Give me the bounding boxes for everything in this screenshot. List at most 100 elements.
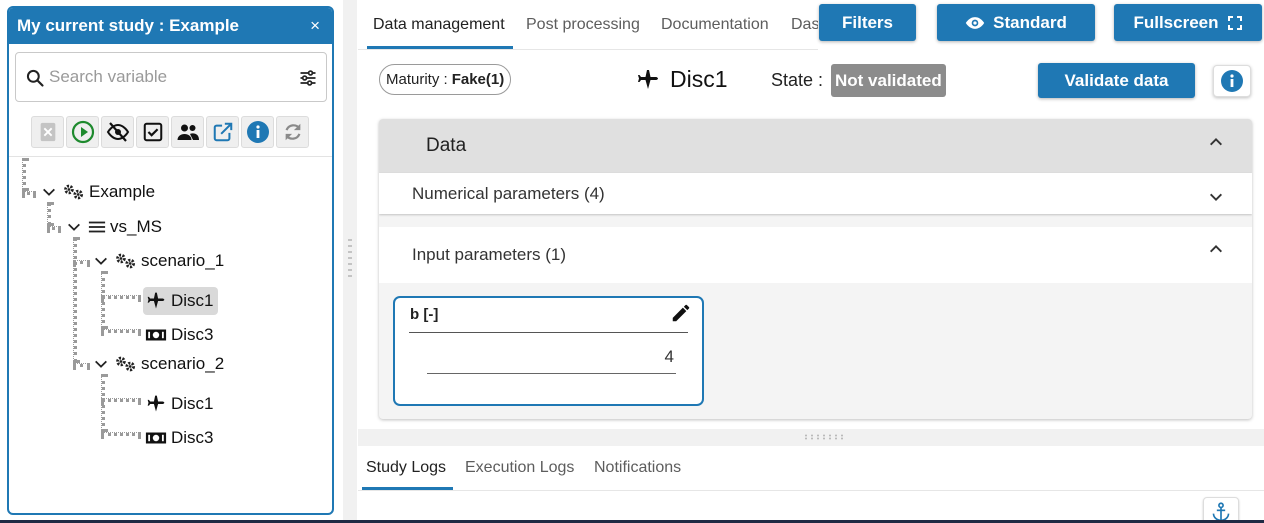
filters-button[interactable]: Filters [819, 4, 916, 41]
tree-node-vs-ms[interactable]: vs_MS [66, 213, 162, 241]
tree-connector [73, 237, 77, 363]
study-panel: My current study : Example × Search vari… [7, 6, 334, 515]
tree-connector [101, 329, 141, 333]
run-button[interactable] [66, 116, 99, 148]
validate-data-label: Validate data [1064, 70, 1169, 90]
fullscreen-icon [1227, 15, 1242, 30]
chevron-up-icon[interactable] [1208, 134, 1224, 150]
parameter-value[interactable]: 4 [665, 347, 674, 367]
info-icon [246, 121, 269, 143]
tree-connector [101, 374, 105, 432]
tree-node-scenario-1[interactable]: scenario_1 [93, 247, 224, 275]
filters-label: Filters [841, 12, 894, 32]
maturity-value: Fake(1) [451, 71, 505, 88]
input-parameters-label: Input parameters (1) [412, 245, 567, 264]
search-input[interactable] [49, 62, 289, 92]
disabled-action-button[interactable] [31, 116, 64, 148]
main-tabs: Data management Post processing Document… [358, 0, 818, 50]
eye-icon [965, 16, 985, 29]
tab-post-processing[interactable]: Post processing [526, 16, 640, 34]
validate-data-button[interactable]: Validate data [1038, 63, 1195, 98]
tree-connector [101, 432, 141, 436]
info-button[interactable] [241, 116, 274, 148]
external-link-icon [213, 122, 232, 142]
tab-documentation[interactable]: Documentation [661, 16, 769, 34]
chevron-down-icon[interactable] [66, 219, 82, 235]
tree-connector [73, 260, 90, 264]
numerical-parameters-accordion[interactable]: Numerical parameters (4) [379, 173, 1252, 214]
users-button[interactable] [171, 116, 204, 148]
shuffle-doc-icon [40, 122, 55, 142]
tab-study-logs[interactable]: Study Logs [366, 459, 446, 477]
tree-node-scenario-2[interactable]: scenario_2 [93, 350, 224, 378]
tree-connector [101, 271, 105, 329]
tree-connector [101, 295, 141, 299]
chevron-up-icon[interactable] [1208, 241, 1224, 257]
maturity-label: Maturity : [386, 71, 448, 88]
validate-checkbox-button[interactable] [136, 116, 169, 148]
tree-node-label: Disc3 [171, 325, 214, 344]
tree-connector [22, 158, 26, 191]
play-circle-icon [71, 120, 94, 144]
standard-label: Standard [993, 12, 1067, 32]
filter-settings-icon[interactable] [298, 68, 318, 88]
drag-grip-icon [805, 434, 843, 440]
chevron-down-icon[interactable] [93, 253, 109, 269]
status-badge: Not validated [831, 64, 946, 97]
airplane-icon [638, 69, 658, 89]
tab-execution-logs[interactable]: Execution Logs [465, 459, 574, 477]
edit-icon[interactable] [670, 302, 692, 324]
state-label: State : [771, 70, 824, 90]
discipline-name: Disc1 [670, 66, 728, 92]
tree-connector [22, 191, 36, 195]
tree-node-example[interactable]: Example [41, 178, 155, 206]
hide-button[interactable] [101, 116, 134, 148]
study-title: My current study : Example [17, 16, 240, 35]
tree-node-label: Example [89, 182, 156, 201]
tree-node-disc3[interactable]: Disc3 [145, 321, 214, 349]
fullscreen-button[interactable]: Fullscreen [1114, 4, 1262, 41]
gears-icon [63, 183, 85, 201]
tree-node-label: Disc1 [171, 291, 214, 310]
discipline-info-button[interactable] [1213, 65, 1251, 97]
input-parameters-accordion[interactable]: Input parameters (1) [379, 227, 1252, 283]
tree-toolbar [31, 116, 309, 148]
refresh-button[interactable] [276, 116, 309, 148]
active-log-tab-indicator [362, 487, 453, 490]
chevron-down-icon[interactable] [41, 184, 57, 200]
log-tabs: Study Logs Execution Logs Notifications [358, 446, 1264, 491]
people-icon [177, 124, 199, 140]
eye-off-icon [106, 122, 129, 142]
data-accordion-header[interactable]: Data [379, 119, 1252, 173]
study-tree: Example vs_MS scenario_1 Disc1 Disc3 sce… [9, 158, 332, 508]
panel-separator [9, 156, 332, 157]
banknote-icon [145, 327, 167, 343]
tab-notifications[interactable]: Notifications [594, 459, 681, 477]
checkbox-icon [143, 122, 162, 142]
horizontal-resize-handle[interactable] [358, 429, 1264, 446]
tab-dashboard[interactable]: Das [791, 16, 818, 34]
tree-node-label: Disc3 [171, 428, 214, 447]
numerical-parameters-label: Numerical parameters (4) [412, 184, 605, 203]
panel-resize-handle[interactable] [343, 0, 357, 523]
gears-icon [115, 355, 137, 373]
close-icon[interactable]: × [310, 8, 320, 44]
chevron-down-icon[interactable] [93, 356, 109, 372]
parameter-value-underline [427, 373, 676, 374]
tree-connector [73, 363, 90, 367]
open-external-button[interactable] [206, 116, 239, 148]
standard-view-button[interactable]: Standard [937, 4, 1095, 41]
discipline-title: Disc1 [636, 66, 728, 93]
data-section-title: Data [426, 135, 467, 156]
tree-node-disc3[interactable]: Disc3 [145, 424, 214, 452]
chevron-down-icon[interactable] [1208, 189, 1224, 205]
banknote-icon [145, 430, 167, 446]
main-area: Data management Post processing Document… [358, 0, 1264, 523]
airplane-icon [145, 291, 167, 311]
tab-data-management[interactable]: Data management [373, 16, 505, 34]
data-panel: Data Numerical parameters (4) Input para… [379, 119, 1252, 419]
tree-node-label: scenario_1 [141, 251, 225, 270]
tree-node-disc1[interactable]: Disc1 [145, 390, 214, 418]
tree-node-disc1-selected[interactable]: Disc1 [143, 287, 218, 315]
active-tab-indicator [367, 46, 513, 49]
